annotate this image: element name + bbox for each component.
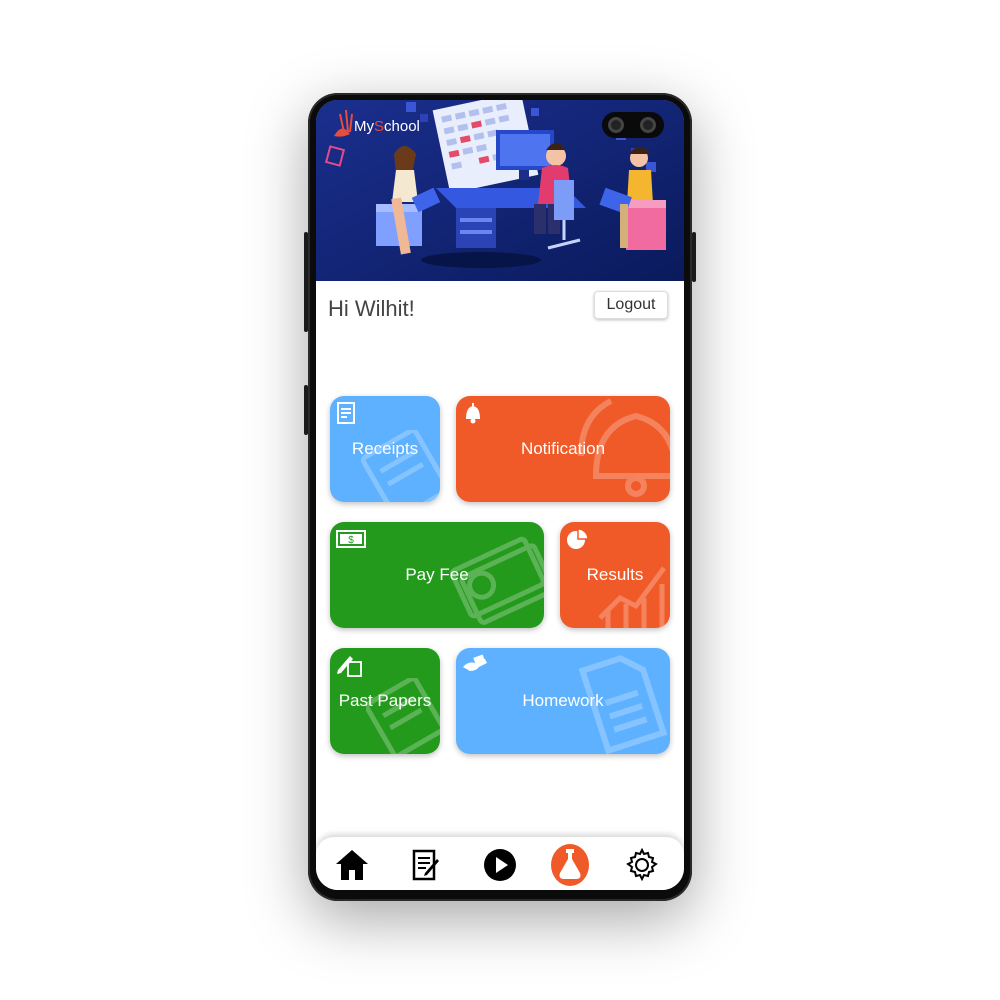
tile-results-label: Results	[586, 565, 644, 584]
app-screen: MySchool Hi Wilhit! Logout Receipts Noti…	[316, 100, 684, 890]
pie-chart-icon	[567, 528, 589, 549]
paper-watermark-icon	[366, 678, 440, 754]
chart-watermark-icon	[598, 566, 667, 628]
nav-documents[interactable]	[406, 845, 446, 885]
logout-button[interactable]: Logout	[594, 291, 668, 319]
logo-prefix: My	[354, 118, 374, 135]
pen-paper-icon	[337, 656, 362, 677]
tile-pay-fee-label: Pay Fee	[405, 565, 469, 584]
phone-side-button	[304, 385, 308, 435]
camera-lens	[608, 117, 624, 133]
tile-notification-label: Notification	[520, 439, 606, 458]
nav-settings[interactable]	[622, 845, 662, 885]
money-icon: $	[336, 530, 366, 548]
logo-accent: S	[374, 118, 385, 135]
tile-receipts[interactable]: Receipts	[330, 396, 440, 502]
bottom-navigation	[316, 836, 684, 890]
tile-results[interactable]: Results	[560, 522, 670, 628]
phone-power-button	[692, 232, 696, 282]
camera-lens	[640, 117, 656, 133]
svg-text:$: $	[348, 535, 354, 546]
tile-past-papers[interactable]: Past Papers	[330, 648, 440, 754]
tile-homework[interactable]: Homework	[456, 648, 670, 754]
greeting-text: Hi Wilhit!	[328, 296, 415, 321]
receipt-icon	[337, 402, 355, 424]
nav-lab[interactable]	[550, 844, 590, 886]
bell-icon	[466, 403, 480, 424]
gear-icon	[626, 848, 658, 882]
tile-notification[interactable]: Notification	[456, 396, 670, 502]
nav-play[interactable]	[480, 845, 520, 885]
play-icon	[484, 849, 516, 881]
nav-home[interactable]	[332, 845, 372, 885]
front-camera	[602, 112, 664, 138]
flask-icon	[551, 844, 589, 886]
logo-suffix: chool	[384, 118, 420, 135]
document-edit-icon	[412, 849, 439, 881]
tile-pay-fee[interactable]: $ Pay Fee	[330, 522, 544, 628]
app-logo: MySchool	[354, 118, 420, 135]
phone-volume-button	[304, 232, 308, 332]
tile-homework-label: Homework	[522, 691, 604, 710]
hand-paper-icon	[463, 654, 487, 671]
stage: MySchool Hi Wilhit! Logout Receipts Noti…	[0, 0, 1000, 1000]
tile-past-papers-label: Past Papers	[338, 691, 432, 710]
home-icon	[336, 850, 368, 880]
header-banner: MySchool	[316, 100, 684, 281]
tile-receipts-label: Receipts	[351, 439, 419, 458]
